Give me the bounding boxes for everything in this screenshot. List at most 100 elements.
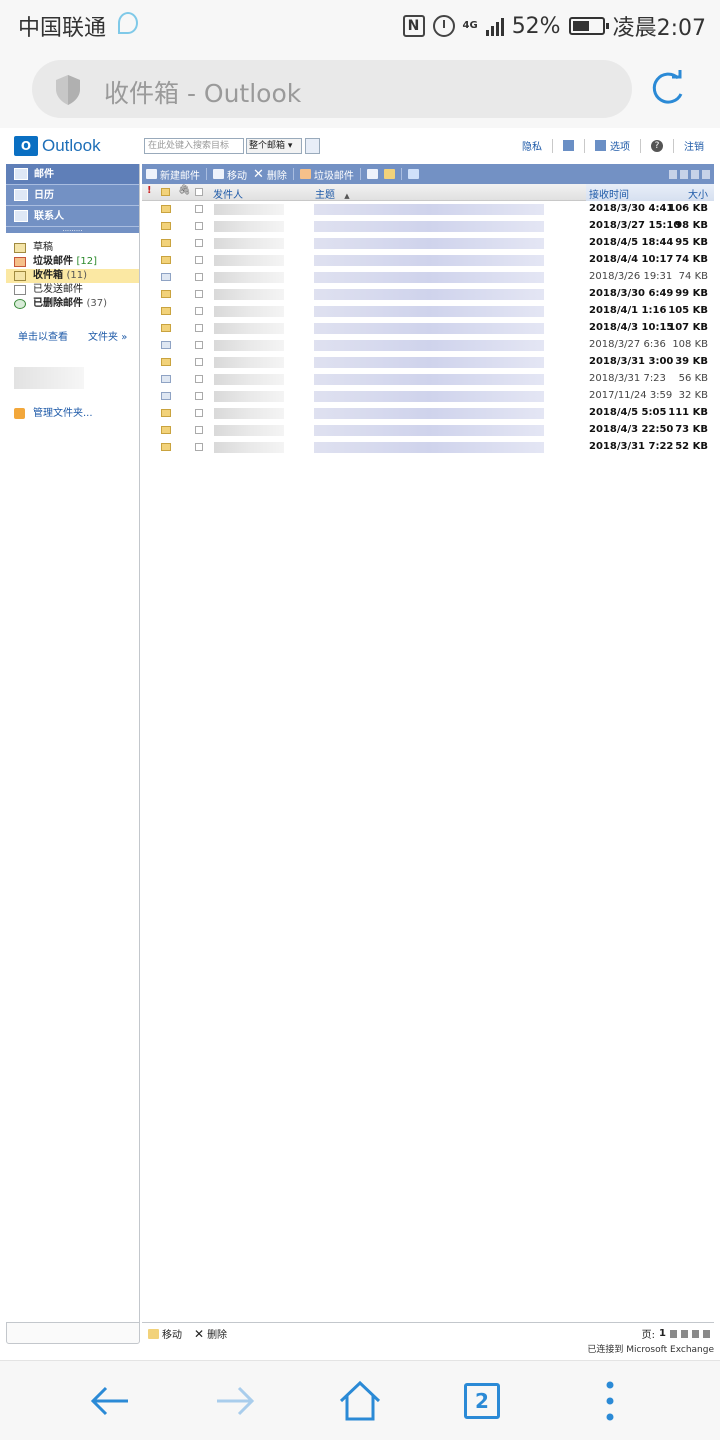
message-row[interactable]: 2018/3/31 3:00 39 KB [142, 354, 714, 371]
message-row[interactable]: 2018/4/3 10:15 107 KB [142, 320, 714, 337]
row-checkbox[interactable] [195, 222, 203, 230]
message-row[interactable]: 2018/3/30 6:49 99 KB [142, 286, 714, 303]
message-row[interactable]: 2018/4/3 22:50 73 KB [142, 422, 714, 439]
message-row[interactable]: 2018/3/31 7:23 56 KB [142, 371, 714, 388]
delete-button[interactable]: ✕ 删除 [253, 167, 287, 182]
message-row[interactable]: 2018/3/27 15:10 98 KB [142, 218, 714, 235]
check-messages-icon[interactable] [366, 169, 378, 179]
row-checkbox[interactable] [195, 290, 203, 298]
folder-drafts[interactable]: 草稿 [6, 241, 139, 255]
column-size[interactable]: 大小 [688, 186, 708, 201]
outlook-logo[interactable]: O Outlook [14, 136, 101, 156]
message-size: 56 KB [678, 373, 708, 384]
folder-count: (37) [86, 298, 108, 309]
importance-column-icon[interactable]: ! [147, 185, 156, 196]
row-checkbox[interactable] [195, 205, 203, 213]
row-checkbox[interactable] [195, 239, 203, 247]
search-button[interactable] [305, 138, 320, 154]
row-checkbox[interactable] [195, 358, 203, 366]
folder-label: 已发送邮件 [33, 284, 83, 295]
column-from[interactable]: 发件人 [213, 186, 243, 201]
message-row[interactable]: 2018/4/5 18:44 95 KB [142, 235, 714, 252]
footer-move-button[interactable]: 移动 [148, 1326, 182, 1341]
move-button[interactable]: 移动 [213, 167, 247, 182]
row-checkbox[interactable] [195, 375, 203, 383]
message-row[interactable]: 2017/11/24 3:59 32 KB [142, 388, 714, 405]
last-page-icon[interactable] [703, 1329, 710, 1338]
page-title: 收件箱 - Outlook [104, 79, 302, 108]
message-row[interactable]: 2018/3/31 7:22 52 KB [142, 439, 714, 456]
view-more-folders-link[interactable]: 单击以查看 文件夹 » [6, 331, 139, 345]
message-row[interactable]: 2018/4/1 1:16 105 KB [142, 303, 714, 320]
message-size: 39 KB [675, 356, 708, 367]
more-menu-icon[interactable] [588, 1379, 632, 1423]
forward-icon[interactable] [213, 1379, 257, 1423]
address-book-icon[interactable] [563, 140, 574, 151]
row-checkbox[interactable] [195, 324, 203, 332]
column-subject-label: 主题 [315, 190, 335, 201]
row-checkbox[interactable] [195, 307, 203, 315]
address-bar[interactable]: 收件箱 - Outlook [32, 60, 632, 118]
sender-redacted [214, 289, 284, 300]
back-icon[interactable] [88, 1379, 132, 1423]
junk-button[interactable]: 垃圾邮件 [299, 167, 354, 182]
pane-resize-handle[interactable]: ......... [6, 226, 139, 233]
tabs-button[interactable]: 2 [464, 1383, 500, 1419]
home-icon[interactable] [338, 1379, 382, 1423]
new-mail-button[interactable]: 新建邮件 [146, 167, 200, 182]
prev-page-icon[interactable] [681, 1329, 688, 1338]
footer-move-label: 移动 [162, 1330, 182, 1341]
message-row[interactable]: 2018/3/30 4:41 106 KB [142, 201, 714, 218]
envelope-column-icon[interactable] [161, 188, 170, 196]
select-all-checkbox[interactable] [195, 188, 203, 196]
attachment-column-icon[interactable]: 🖇 [178, 185, 191, 196]
first-page-icon[interactable] [669, 169, 677, 179]
folder-junk[interactable]: 垃圾邮件 [12] [6, 255, 139, 269]
received-date: 2018/3/30 6:49 [589, 288, 674, 299]
row-checkbox[interactable] [195, 341, 203, 349]
folder-deleted[interactable]: 已删除邮件 (37) [6, 297, 139, 311]
column-subject[interactable]: 主题 ▲ [315, 186, 350, 201]
help-icon[interactable]: ? [651, 139, 663, 152]
envelope-icon[interactable] [383, 169, 395, 179]
row-checkbox[interactable] [195, 443, 203, 451]
clock: 凌晨2:07 [612, 16, 706, 41]
envelope-icon [161, 307, 171, 315]
folder-inbox[interactable]: 收件箱 (11) [6, 269, 139, 283]
nav-calendar-label: 日历 [34, 190, 54, 201]
nav-mail[interactable]: 邮件 [6, 164, 139, 185]
refresh-icon[interactable] [407, 169, 419, 179]
received-date: 2018/4/5 18:44 [589, 237, 674, 248]
reload-icon[interactable] [648, 68, 688, 108]
nav-calendar[interactable]: 日历 [6, 185, 139, 206]
nav-contacts[interactable]: 联系人 [6, 206, 139, 227]
signout-link[interactable]: 注销 [684, 138, 704, 153]
delete-icon: ✕ [253, 166, 264, 182]
message-row[interactable]: 2018/3/26 19:31 74 KB [142, 269, 714, 286]
row-checkbox[interactable] [195, 426, 203, 434]
row-checkbox[interactable] [195, 273, 203, 281]
row-checkbox[interactable] [195, 409, 203, 417]
message-row[interactable]: 2018/4/5 5:05 111 KB [142, 405, 714, 422]
sender-redacted [214, 408, 284, 419]
prev-page-icon[interactable] [680, 169, 688, 179]
notification-bubble-icon [118, 12, 138, 34]
next-page-icon[interactable] [691, 169, 699, 179]
search-input[interactable]: 在此处键入搜索目标 [144, 138, 244, 154]
last-page-icon[interactable] [702, 169, 710, 179]
first-page-icon[interactable] [670, 1329, 677, 1338]
navigation-pane: 邮件 日历 联系人 ......... 草稿 垃圾邮件 [12] 收件箱 (11… [6, 164, 140, 1344]
privacy-link[interactable]: 隐私 [522, 138, 542, 153]
column-received[interactable]: 接收时间 [589, 186, 629, 201]
footer-delete-button[interactable]: ✕ 删除 [194, 1326, 227, 1342]
message-row[interactable]: 2018/3/27 6:36 108 KB [142, 337, 714, 354]
sender-redacted [214, 238, 284, 249]
row-checkbox[interactable] [195, 256, 203, 264]
search-scope-select[interactable]: 整个邮箱 ▾ [246, 138, 302, 154]
options-link[interactable]: 选项 [595, 138, 630, 153]
folder-sent[interactable]: 已发送邮件 [6, 283, 139, 297]
manage-folders-link[interactable]: 管理文件夹... [6, 407, 139, 421]
message-row[interactable]: 2018/4/4 10:17 74 KB [142, 252, 714, 269]
row-checkbox[interactable] [195, 392, 203, 400]
next-page-icon[interactable] [692, 1329, 699, 1338]
